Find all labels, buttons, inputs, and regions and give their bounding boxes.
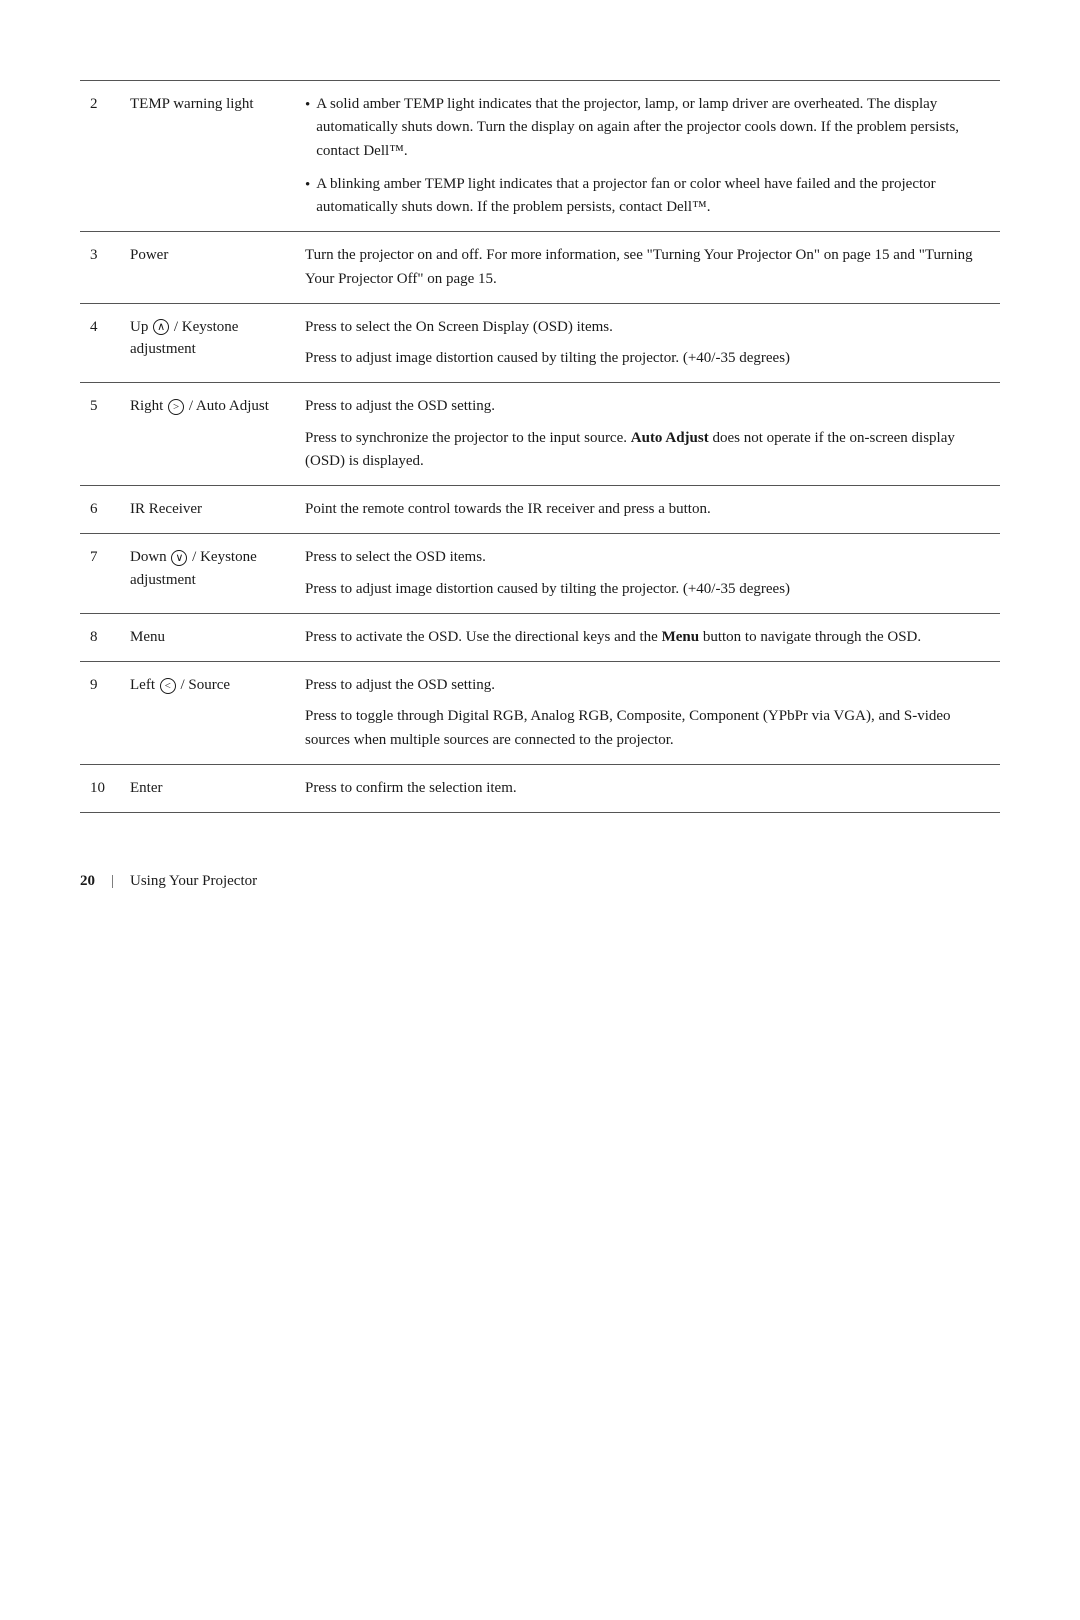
row-description: • A solid amber TEMP light indicates tha… [295, 81, 1000, 232]
row-number: 8 [80, 613, 120, 661]
desc-paragraph: Press to select the OSD items. [305, 546, 990, 569]
bullet-text: A blinking amber TEMP light indicates th… [316, 173, 990, 220]
desc-paragraph: Press to adjust image distortion caused … [305, 347, 990, 370]
table-row: 10 Enter Press to confirm the selection … [80, 764, 1000, 812]
row-number: 3 [80, 232, 120, 304]
table-row: 4 Up ∧ / Keystone adjustment Press to se… [80, 303, 1000, 383]
page-container: 2 TEMP warning light • A solid amber TEM… [80, 80, 1000, 890]
row-number: 2 [80, 81, 120, 232]
row-label: Enter [120, 764, 295, 812]
desc-paragraph: Press to synchronize the projector to th… [305, 427, 990, 474]
row-number: 7 [80, 534, 120, 614]
desc-paragraph: Press to toggle through Digital RGB, Ana… [305, 705, 990, 752]
desc-paragraph: Press to adjust the OSD setting. [305, 395, 990, 418]
desc-paragraph: Press to select the On Screen Display (O… [305, 316, 990, 339]
bold-text: Auto Adjust [631, 430, 709, 446]
row-number: 6 [80, 486, 120, 534]
row-description: Turn the projector on and off. For more … [295, 232, 1000, 304]
table-row: 2 TEMP warning light • A solid amber TEM… [80, 81, 1000, 232]
row-description: Point the remote control towards the IR … [295, 486, 1000, 534]
left-circle-icon: < [160, 678, 176, 694]
row-description: Press to confirm the selection item. [295, 764, 1000, 812]
row-description: Press to select the OSD items. Press to … [295, 534, 1000, 614]
row-description: Press to adjust the OSD setting. Press t… [295, 662, 1000, 765]
bullet-text: A solid amber TEMP light indicates that … [316, 93, 990, 163]
up-circle-icon: ∧ [153, 319, 169, 335]
row-label: Power [120, 232, 295, 304]
row-description: Press to select the On Screen Display (O… [295, 303, 1000, 383]
table-row: 7 Down ∨ / Keystone adjustment Press to … [80, 534, 1000, 614]
right-circle-icon: > [168, 399, 184, 415]
desc-paragraph: Press to adjust image distortion caused … [305, 578, 990, 601]
bold-text: Menu [662, 629, 700, 645]
row-label: Right > / Auto Adjust [120, 383, 295, 486]
row-label: IR Receiver [120, 486, 295, 534]
table-row: 5 Right > / Auto Adjust Press to adjust … [80, 383, 1000, 486]
row-label: Left < / Source [120, 662, 295, 765]
footer: 20 | Using Your Projector [80, 873, 1000, 890]
row-number: 10 [80, 764, 120, 812]
row-label: TEMP warning light [120, 81, 295, 232]
row-description: Press to activate the OSD. Use the direc… [295, 613, 1000, 661]
table-row: 8 Menu Press to activate the OSD. Use th… [80, 613, 1000, 661]
table-row: 3 Power Turn the projector on and off. F… [80, 232, 1000, 304]
row-label: Up ∧ / Keystone adjustment [120, 303, 295, 383]
desc-paragraph: Press to adjust the OSD setting. [305, 674, 990, 697]
row-description: Press to adjust the OSD setting. Press t… [295, 383, 1000, 486]
down-circle-icon: ∨ [171, 550, 187, 566]
main-table: 2 TEMP warning light • A solid amber TEM… [80, 80, 1000, 813]
page-number: 20 [80, 873, 95, 890]
bullet-icon: • [305, 94, 310, 163]
table-row: 9 Left < / Source Press to adjust the OS… [80, 662, 1000, 765]
row-number: 4 [80, 303, 120, 383]
footer-title: Using Your Projector [130, 873, 257, 890]
table-row: 6 IR Receiver Point the remote control t… [80, 486, 1000, 534]
row-number: 5 [80, 383, 120, 486]
bullet-icon: • [305, 174, 310, 220]
row-number: 9 [80, 662, 120, 765]
row-label: Down ∨ / Keystone adjustment [120, 534, 295, 614]
row-label: Menu [120, 613, 295, 661]
footer-separator: | [111, 873, 114, 890]
